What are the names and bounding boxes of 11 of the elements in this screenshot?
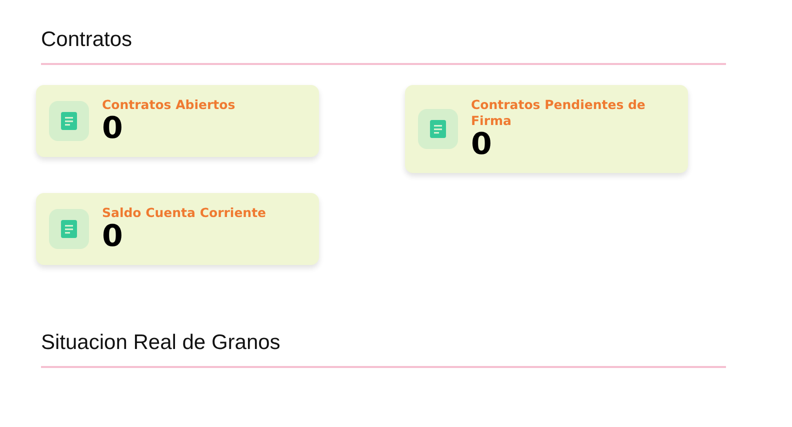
- section-title: Contratos: [41, 27, 134, 53]
- card-value: 0: [102, 221, 124, 253]
- card-value: 0: [102, 113, 124, 145]
- card-value: 0: [471, 129, 493, 161]
- card-label: Saldo Cuenta Corriente: [102, 205, 266, 221]
- section-title: Situacion Real de Granos: [41, 330, 282, 356]
- document-icon: [49, 209, 89, 249]
- card-label: Contratos Pendientes de Firma: [471, 97, 646, 129]
- document-icon: [49, 101, 89, 141]
- card-label: Contratos Abiertos: [102, 97, 236, 113]
- document-icon: [418, 109, 458, 149]
